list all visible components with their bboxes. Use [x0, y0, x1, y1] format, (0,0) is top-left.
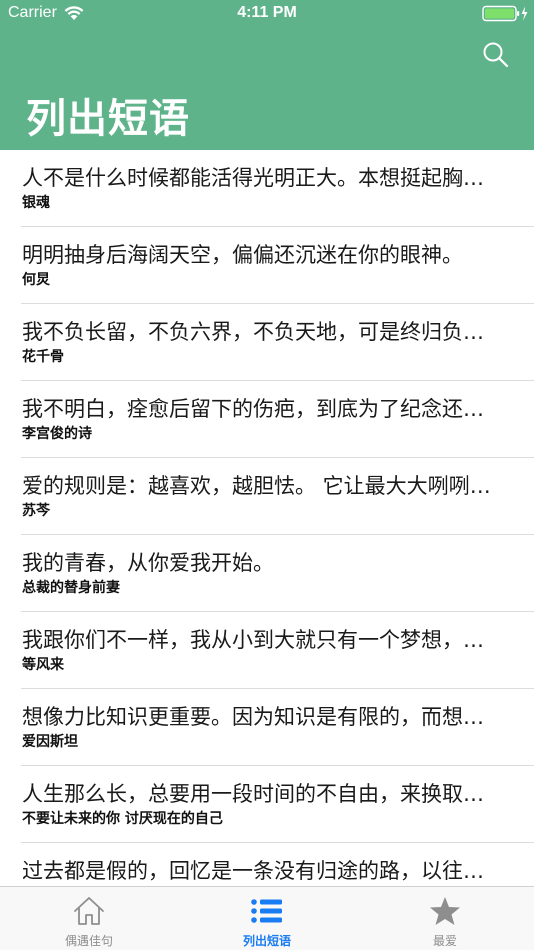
quote-text: 过去都是假的，回忆是一条没有归途的路，以往的一切春天都无法复原: [22, 859, 494, 883]
list-icon: [251, 899, 282, 923]
battery-icon: [482, 5, 528, 22]
tab-favorites[interactable]: 最爱: [356, 887, 534, 950]
quote-text: 爱的规则是：越喜欢，越胆怯。 它让最大大咧咧的人变得小心翼翼: [22, 474, 494, 498]
tab-label: 偶遇佳句: [64, 934, 113, 948]
quote-text: 明明抽身后海阔天空，偏偏还沉迷在你的眼神。: [22, 243, 463, 267]
quote-text: 我不明白，痊愈后留下的伤疤，到底为了纪念还是为了忘记: [22, 397, 494, 421]
list-item[interactable]: 我跟你们不一样，我从小到大就只有一个梦想，就是嫁给你 等风来: [0, 612, 534, 689]
quote-source: 何炅: [22, 272, 50, 288]
quote-source: 银魂: [22, 195, 50, 211]
status-bar: Carrier 4:11 PM: [0, 0, 534, 28]
tab-label: 列出短语: [242, 934, 291, 948]
quote-text: 我跟你们不一样，我从小到大就只有一个梦想，就是嫁给你: [22, 628, 494, 652]
quote-list[interactable]: 人不是什么时候都能活得光明正大。本想挺起胸膛做人，结果腰却弯了 银魂 明明抽身后…: [0, 150, 534, 886]
list-item[interactable]: 我不负长留，不负六界，不负天地，可是终归负了你 花千骨: [0, 304, 534, 381]
home-icon: [74, 897, 104, 925]
quote-source: 爱因斯坦: [22, 734, 78, 750]
quote-text: 人生那么长，总要用一段时间的不自由，来换取一辈子的自由: [22, 782, 494, 806]
quote-text: 想像力比知识更重要。因为知识是有限的，而想像力概括着世界的一切: [22, 705, 494, 729]
star-icon: [430, 897, 460, 925]
list-item[interactable]: 爱的规则是：越喜欢，越胆怯。 它让最大大咧咧的人变得小心翼翼 苏芩: [0, 458, 534, 535]
quote-source: 总裁的替身前妻: [22, 580, 120, 596]
quote-source: 花千骨: [22, 349, 64, 365]
search-icon: [483, 42, 509, 68]
list-item[interactable]: 我不明白，痊愈后留下的伤疤，到底为了纪念还是为了忘记 李宫俊的诗: [0, 381, 534, 458]
quote-source: 李宫俊的诗: [22, 426, 92, 442]
tab-list[interactable]: 列出短语: [178, 887, 356, 950]
list-item[interactable]: 想像力比知识更重要。因为知识是有限的，而想像力概括着世界的一切 爱因斯坦: [0, 689, 534, 766]
tab-discover[interactable]: 偶遇佳句: [0, 887, 178, 950]
page-title: 列出短语: [26, 96, 190, 142]
quote-source: 苏芩: [22, 503, 50, 519]
quote-text: 我不负长留，不负六界，不负天地，可是终归负了你: [22, 320, 494, 344]
list-item[interactable]: 过去都是假的，回忆是一条没有归途的路，以往的一切春天都无法复原: [0, 843, 534, 886]
quote-text: 我的青春，从你爱我开始。: [22, 551, 274, 575]
list-item[interactable]: 人不是什么时候都能活得光明正大。本想挺起胸膛做人，结果腰却弯了 银魂: [0, 150, 534, 227]
quote-text: 人不是什么时候都能活得光明正大。本想挺起胸膛做人，结果腰却弯了: [22, 166, 494, 190]
tab-bar: 偶遇佳句 列出短语 最爱: [0, 886, 534, 950]
quote-source: 不要让未来的你 讨厌现在的自己: [22, 811, 223, 827]
list-item[interactable]: 人生那么长，总要用一段时间的不自由，来换取一辈子的自由 不要让未来的你 讨厌现在…: [0, 766, 534, 843]
tab-label: 最爱: [432, 934, 457, 948]
clock: 4:11 PM: [237, 4, 297, 21]
quote-source: 等风来: [22, 657, 64, 673]
list-item[interactable]: 明明抽身后海阔天空，偏偏还沉迷在你的眼神。 何炅: [0, 227, 534, 304]
header: Carrier 4:11 PM 列出短语: [0, 0, 534, 150]
search-button[interactable]: [481, 40, 511, 70]
app-screen: Carrier 4:11 PM 列出短语 人不是什么时候都能活得光明正大。本想挺…: [0, 0, 534, 950]
list-item[interactable]: 我的青春，从你爱我开始。 总裁的替身前妻: [0, 535, 534, 612]
